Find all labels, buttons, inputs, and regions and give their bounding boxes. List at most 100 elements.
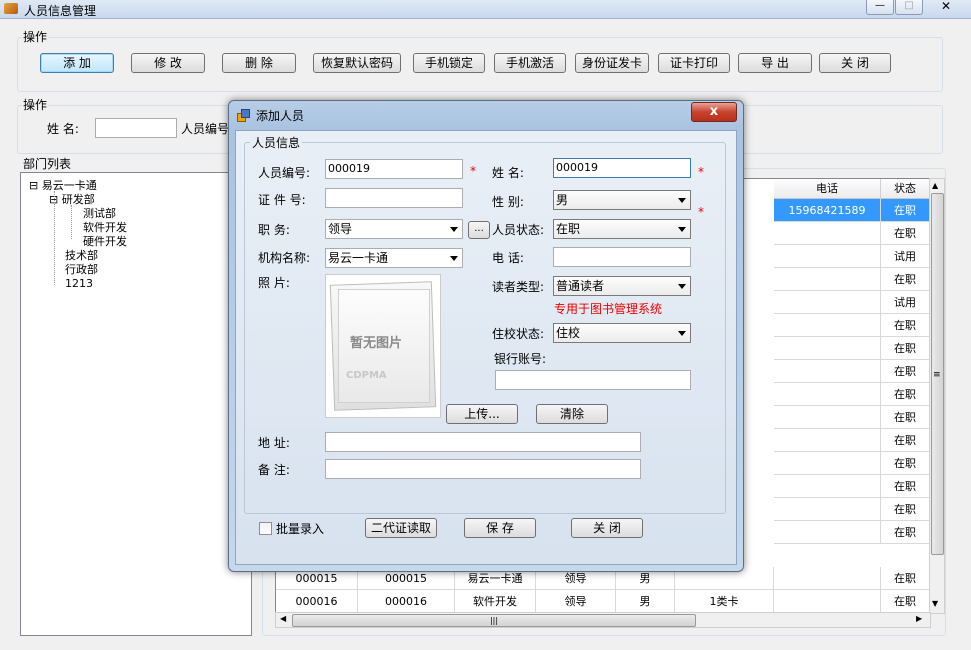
table-cell-status[interactable]: 在职	[881, 337, 930, 360]
dialog-close-button[interactable]: x	[691, 102, 737, 122]
reader-type-select[interactable]: 普通读者	[553, 276, 691, 296]
phone-label: 电 话:	[492, 251, 524, 265]
table-cell-phone[interactable]	[774, 268, 881, 291]
reader-type-hint: 专用于图书管理系统	[554, 302, 663, 316]
scroll-right-icon[interactable]: ▶	[916, 614, 922, 623]
photo-frame: 暂无图片 CDPMA	[325, 274, 441, 418]
table-cell-phone[interactable]	[774, 521, 881, 544]
id-no-input[interactable]	[325, 188, 463, 208]
table-cell-phone[interactable]	[774, 452, 881, 475]
collapse-icon[interactable]: ⊟	[29, 179, 38, 192]
table-cell-phone[interactable]	[774, 498, 881, 521]
table-cell-status[interactable]: 在职	[881, 406, 930, 429]
table-cell-phone[interactable]	[774, 245, 881, 268]
table-cell-status[interactable]: 试用	[881, 245, 930, 268]
table-cell-phone	[774, 590, 881, 613]
id-card-issue-button[interactable]: 身份证发卡	[575, 53, 649, 73]
table-cell-phone[interactable]	[774, 406, 881, 429]
horizontal-scrollbar[interactable]: ◀ ||| ▶	[275, 612, 931, 628]
tree-node-1213[interactable]: 1213	[65, 277, 93, 291]
table-cell-status[interactable]: 在职	[881, 268, 930, 291]
address-input[interactable]	[325, 432, 641, 452]
org-select[interactable]: 易云一卡通	[325, 248, 463, 268]
table-cell-status[interactable]: 在职	[881, 383, 930, 406]
table-cell-status[interactable]: 在职	[881, 521, 930, 544]
dialog-close-bottom-button[interactable]: 关 闭	[571, 518, 643, 538]
tree-node-admin[interactable]: 行政部	[65, 263, 98, 277]
table-cell-status[interactable]: 在职	[881, 222, 930, 245]
table-cell-phone[interactable]	[774, 383, 881, 406]
phone-activate-button[interactable]: 手机激活	[494, 53, 566, 73]
person-no-input[interactable]: 000019	[325, 159, 463, 179]
table-cell-status[interactable]: 在职	[881, 475, 930, 498]
delete-button[interactable]: 删 除	[222, 53, 296, 73]
search-name-input[interactable]	[95, 118, 177, 138]
table-cell-phone[interactable]	[774, 222, 881, 245]
table-cell-status[interactable]: 在职	[881, 429, 930, 452]
tree-node-software[interactable]: 软件开发	[83, 221, 127, 235]
vertical-scroll-thumb[interactable]: ≡	[931, 193, 944, 555]
column-header-phone[interactable]: 电话	[774, 179, 881, 199]
job-value: 领导	[328, 222, 353, 236]
table-cell-phone[interactable]	[774, 291, 881, 314]
tree-node-root[interactable]: ⊟ 易云一卡通	[29, 179, 97, 193]
table-cell-phone[interactable]	[774, 314, 881, 337]
org-value: 易云一卡通	[328, 251, 389, 265]
reset-password-button[interactable]: 恢复默认密码	[313, 53, 401, 73]
sex-value: 男	[556, 193, 569, 207]
tree-node-test[interactable]: 测试部	[83, 207, 116, 221]
phone-lock-button[interactable]: 手机锁定	[413, 53, 485, 73]
column-header-status[interactable]: 状态	[881, 179, 930, 199]
tree-node-tech[interactable]: 技术部	[65, 249, 98, 263]
operations-group-label: 操作	[22, 28, 49, 45]
scroll-down-icon[interactable]: ▼	[932, 599, 938, 608]
status-value: 在职	[556, 222, 581, 236]
table-cell-phone[interactable]	[774, 360, 881, 383]
close-window-button[interactable]: ✕	[928, 0, 964, 14]
save-button[interactable]: 保 存	[464, 518, 536, 538]
sex-select[interactable]: 男	[553, 190, 691, 210]
export-button[interactable]: 导 出	[738, 53, 812, 73]
scroll-up-icon[interactable]: ▲	[932, 181, 938, 190]
tree-node-label: 易云一卡通	[41, 179, 97, 192]
scroll-left-icon[interactable]: ◀	[280, 614, 286, 623]
remark-label: 备 注:	[258, 463, 290, 477]
table-cell-status[interactable]: 试用	[881, 291, 930, 314]
table-cell-phone[interactable]	[774, 475, 881, 498]
bank-input[interactable]	[495, 370, 691, 390]
job-browse-button[interactable]: ...	[468, 221, 490, 239]
batch-checkbox[interactable]	[259, 522, 272, 535]
phone-input[interactable]	[553, 247, 691, 267]
minimize-button[interactable]: —	[866, 0, 894, 15]
name-label: 姓 名:	[492, 166, 524, 180]
table-cell-status[interactable]: 在职	[881, 199, 930, 222]
sex-label: 性 别:	[492, 195, 524, 209]
read-id-card-button[interactable]: 二代证读取	[365, 518, 437, 538]
maximize-button[interactable]: □	[895, 0, 923, 15]
table-cell-phone[interactable]	[774, 337, 881, 360]
tree-node-hardware[interactable]: 硬件开发	[83, 235, 127, 249]
table-cell-status[interactable]: 在职	[881, 314, 930, 337]
table-cell-phone[interactable]: 15968421589	[774, 199, 881, 222]
edit-button[interactable]: 修 改	[131, 53, 205, 73]
card-print-button[interactable]: 证卡打印	[658, 53, 730, 73]
close-button[interactable]: 关 闭	[819, 53, 891, 73]
remark-input[interactable]	[325, 459, 641, 479]
dorm-value: 住校	[556, 326, 581, 340]
reader-type-value: 普通读者	[556, 279, 605, 293]
name-input[interactable]: 000019	[553, 158, 691, 178]
job-select[interactable]: 领导	[325, 219, 463, 239]
vertical-scrollbar[interactable]: ▲ ≡ ▼	[929, 178, 945, 614]
table-cell-status[interactable]: 在职	[881, 360, 930, 383]
table-cell-phone[interactable]	[774, 429, 881, 452]
horizontal-scroll-thumb[interactable]: |||	[292, 614, 696, 627]
dorm-select[interactable]: 住校	[553, 323, 691, 343]
table-row[interactable]: 000016 000016 软件开发 领导男 1类卡 在职	[276, 590, 930, 613]
status-select[interactable]: 在职	[553, 219, 691, 239]
table-cell-card-type: 1类卡	[675, 590, 774, 613]
table-cell-status[interactable]: 在职	[881, 452, 930, 475]
table-cell-status[interactable]: 在职	[881, 498, 930, 521]
clear-button[interactable]: 清除	[536, 404, 608, 424]
add-button[interactable]: 添 加	[40, 53, 114, 73]
upload-button[interactable]: 上传...	[446, 404, 518, 424]
